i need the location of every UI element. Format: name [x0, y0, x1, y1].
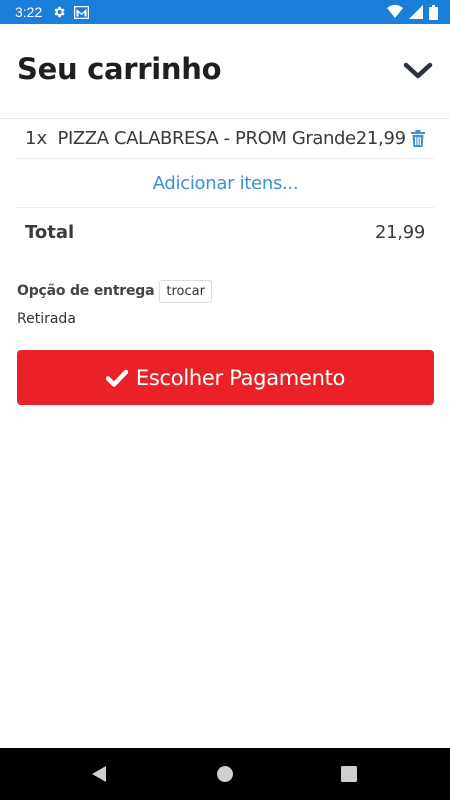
status-time: 3:22 [15, 4, 43, 20]
nav-bar [0, 748, 450, 800]
page-title: Seu carrinho [17, 52, 222, 86]
home-icon[interactable] [213, 762, 237, 786]
choose-payment-button[interactable]: Escolher Pagamento [17, 350, 434, 405]
choose-payment-label: Escolher Pagamento [135, 365, 346, 390]
gmail-icon [74, 5, 90, 19]
battery-icon [429, 4, 438, 20]
recents-icon[interactable] [337, 762, 361, 786]
total-label: Total [25, 221, 75, 243]
cart-item: 1x PIZZA CALABRESA - PROM Grande 21,99 [17, 118, 434, 159]
check-icon [105, 368, 128, 388]
delivery-option: Opção de entrega trocar Retirada [17, 278, 434, 327]
trash-icon[interactable] [410, 128, 426, 148]
total-row: Total 21,99 [17, 208, 434, 256]
change-delivery-button[interactable]: trocar [159, 279, 212, 303]
settings-icon [52, 5, 66, 19]
wifi-icon [387, 5, 403, 19]
signal-icon [409, 5, 423, 19]
add-items-link[interactable]: Adicionar itens... [17, 159, 434, 208]
cart-header: Seu carrinho [0, 24, 450, 119]
status-bar: 3:22 [0, 0, 450, 24]
item-quantity: 1x [25, 127, 48, 149]
back-icon[interactable] [87, 762, 111, 786]
item-price: 21,99 [355, 127, 406, 149]
delivery-label: Opção de entrega [17, 283, 155, 299]
chevron-down-icon[interactable] [402, 58, 434, 84]
item-name: PIZZA CALABRESA - PROM Grande [57, 127, 357, 149]
delivery-method: Retirada [17, 311, 76, 327]
total-value: 21,99 [374, 221, 425, 243]
